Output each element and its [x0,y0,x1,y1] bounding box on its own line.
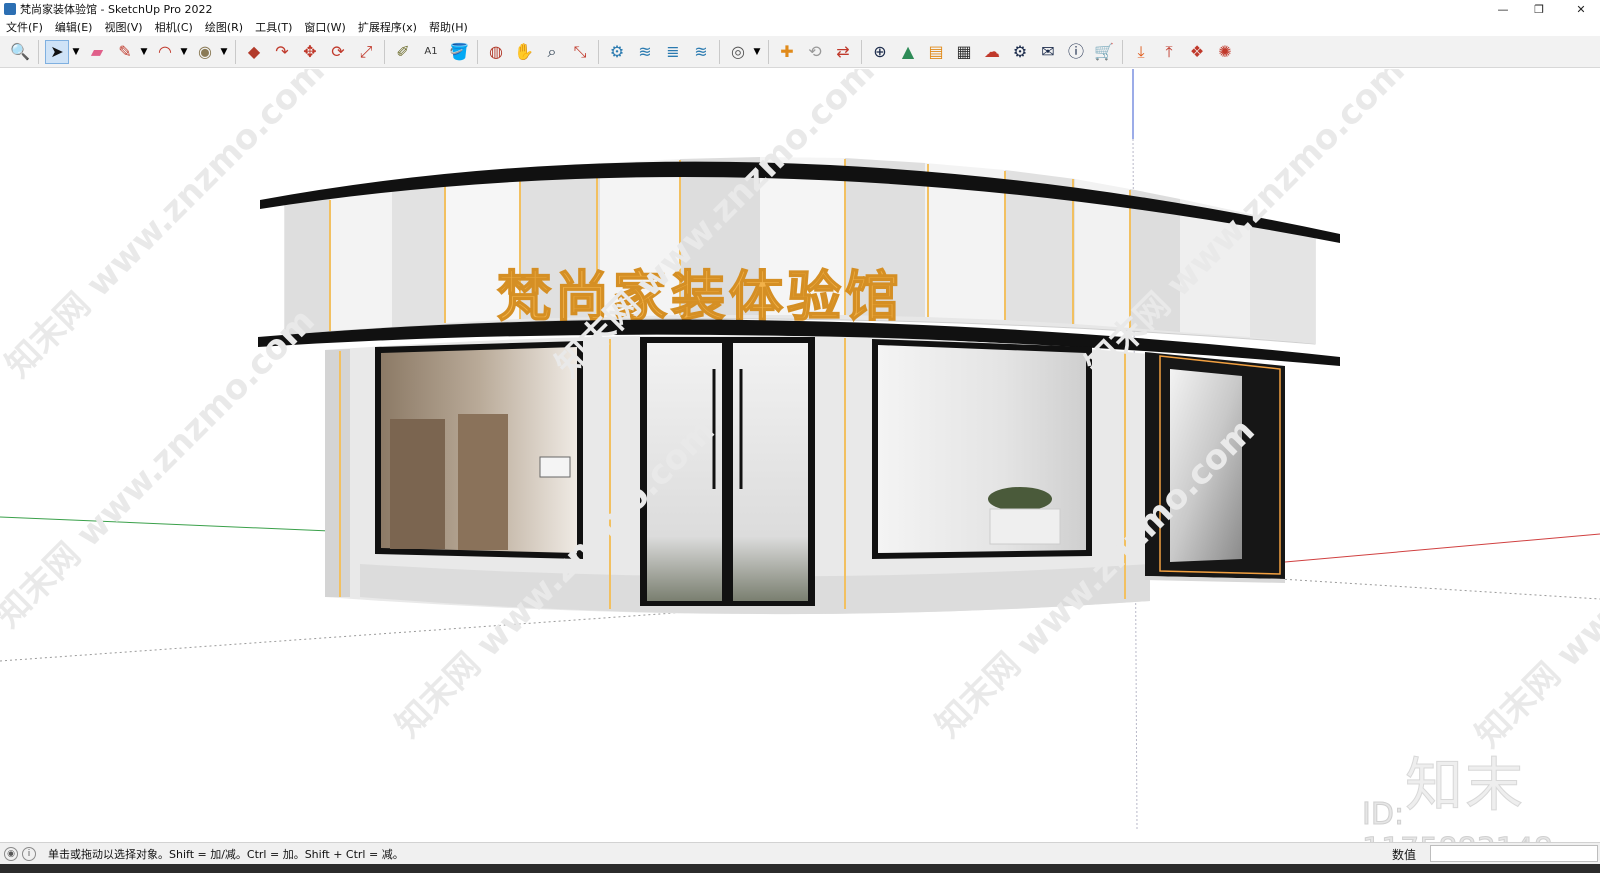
taskbar-strip [0,864,1600,873]
import-icon[interactable]: ⤓ [1129,40,1153,64]
menu-camera[interactable]: 相机(C) [149,19,199,35]
cloud-upload-icon[interactable]: ☁ [980,40,1004,64]
push-pull-icon[interactable]: ◆ [242,40,266,64]
select-arrow-icon[interactable]: ➤ [45,39,69,64]
menu-help[interactable]: 帮助(H) [423,19,474,35]
export-icon[interactable]: ⤒ [1157,40,1181,64]
zoom-icon[interactable]: ⌕ [540,40,564,64]
chevron-down-icon[interactable]: ▼ [219,40,229,64]
toolbar-separator [719,39,720,64]
ground-guide-right [1279,578,1600,600]
main-toolbar: 🔍 ➤ ▼ ▰ ✎ ▼ ◠ ▼ ◉ ▼ ◆ ↷ ✥ ⟳ ⤢ ✐ A1 🪣 ◍ ✋ ⌕ ⤡ ⚙ ≋ ≣ ≋ ◎ ▼ ✚ ⟲ ⇄ ⊕ ▲ ▤ ▦ ☁ ⚙ ✉ ⓘ… [0,36,1600,68]
arc-icon[interactable]: ◠ [153,40,177,64]
zoom-extents-icon[interactable]: ⤡ [568,40,592,64]
title-bar: 梵尚家装体验馆 - SketchUp Pro 2022 — ❐ ✕ [0,0,1600,18]
orbit-icon[interactable]: ◍ [484,40,508,64]
toolbar-separator [768,39,769,64]
text-label-icon[interactable]: A1 [419,40,443,64]
status-hint: 单击或拖动以选择对象。Shift = 加/减。Ctrl = 加。Shift + … [48,847,404,861]
storefront-sign: 梵尚家装体验馆 [497,265,903,328]
menu-window[interactable]: 窗口(W) [298,19,351,35]
menu-draw[interactable]: 绘图(R) [199,19,249,35]
interior-door-1 [390,419,445,549]
edit-tag-icon[interactable]: ✚ [775,40,799,64]
toolbar-separator [384,39,385,64]
pencil-icon[interactable]: ✎ [113,40,137,64]
toolbar-separator [477,39,478,64]
maximize-button[interactable]: ❐ [1521,0,1557,18]
eraser-icon[interactable]: ▰ [85,40,109,64]
paint-bucket-icon[interactable]: 🪣 [447,40,471,64]
warehouse-icon[interactable]: ⚙ [605,40,629,64]
chevron-down-icon[interactable]: ▼ [139,40,149,64]
swap-icon[interactable]: ⇄ [831,40,855,64]
measurements-label: 数值 [1392,848,1417,862]
measurements-input[interactable] [1430,845,1598,862]
tree-icon[interactable]: ▲ [896,40,920,64]
menu-edit[interactable]: 编辑(E) [49,19,99,35]
pan-hand-icon[interactable]: ✋ [512,40,536,64]
follow-me-icon[interactable]: ↷ [270,40,294,64]
toolbar-separator [861,39,862,64]
scale-icon[interactable]: ⤢ [354,40,378,64]
toolbar-separator [235,39,236,64]
menu-bar: 文件(F) 编辑(E) 视图(V) 相机(C) 绘图(R) 工具(T) 窗口(W… [0,18,1600,36]
layers-icon[interactable]: ≣ [661,40,685,64]
rotate-icon[interactable]: ⟳ [326,40,350,64]
chevron-down-icon[interactable]: ▼ [179,40,189,64]
menu-view[interactable]: 视图(V) [98,19,148,35]
sandbox-icon[interactable]: ≋ [689,40,713,64]
red-axis-line [1284,533,1600,563]
green-axis-line [0,516,331,532]
info-icon[interactable]: ⓘ [1064,40,1088,64]
add-circle-icon[interactable]: ⊕ [868,40,892,64]
sketchup-logo-icon [4,3,16,15]
toolbar-separator [38,39,39,64]
toolbar-separator [1122,39,1123,64]
interior-bench [989,508,1061,545]
minimize-button[interactable]: — [1485,0,1521,18]
stack-icon[interactable]: ▤ [924,40,948,64]
close-button[interactable]: ✕ [1563,0,1599,18]
refresh-icon[interactable]: ⟲ [803,40,827,64]
extension-warehouse-icon[interactable]: ≋ [633,40,657,64]
sketchup-window: 梵尚家装体验馆 - SketchUp Pro 2022 — ❐ ✕ 文件(F) … [0,0,1600,873]
credits-info-icon[interactable]: i [22,846,36,861]
menu-tools[interactable]: 工具(T) [249,19,298,35]
svg-text:知末网 www.znzmo.com: 知末网 www.znzmo.com [1468,421,1600,756]
window-title: 梵尚家装体验馆 - SketchUp Pro 2022 [20,3,213,16]
interior-panel [539,456,571,478]
settings-gears-icon[interactable]: ⚙ [1008,40,1032,64]
menu-file[interactable]: 文件(F) [0,19,49,35]
user-account-icon[interactable]: ◎ [726,40,750,64]
entry-door-right-glass [733,343,808,601]
interior-plant [988,487,1052,511]
status-bar: ◉ i 单击或拖动以选择对象。Shift = 加/减。Ctrl = 加。Shif… [0,842,1600,864]
plugin-a-icon[interactable]: ❖ [1185,40,1209,64]
scene-canvas[interactable]: 梵尚家装体验馆 知末网 www.znzmo.com 知末网 www.znzmo.… [0,69,1600,842]
chevron-down-icon[interactable]: ▼ [752,40,762,64]
zoom-search-icon[interactable]: 🔍 [8,40,32,64]
tape-measure-icon[interactable]: ✐ [391,40,415,64]
move-icon[interactable]: ✥ [298,40,322,64]
checker-sphere-icon[interactable]: ▦ [952,40,976,64]
model-viewport[interactable]: 梵尚家装体验馆 知末网 www.znzmo.com 知末网 www.znzmo.… [0,69,1600,842]
chevron-down-icon[interactable]: ▼ [71,40,81,64]
toolbar-separator [598,39,599,64]
model-id-label: ID: 1175883148 [1362,797,1554,843]
geo-location-icon[interactable]: ◉ [4,846,18,861]
cart-icon[interactable]: 🛒 [1092,40,1116,64]
menu-extensions[interactable]: 扩展程序(x) [352,19,423,35]
mail-icon[interactable]: ✉ [1036,40,1060,64]
plugin-b-icon[interactable]: ✺ [1213,40,1237,64]
interior-door-2 [458,414,508,550]
circle-shape-icon[interactable]: ◉ [193,40,217,64]
